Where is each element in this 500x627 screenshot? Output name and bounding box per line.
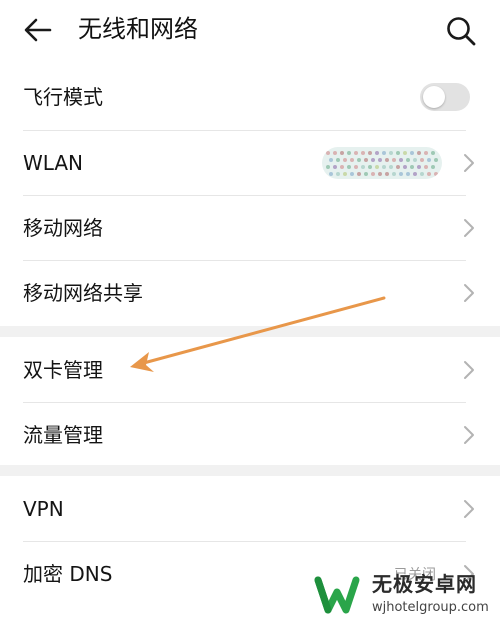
blur-dot xyxy=(403,151,407,155)
blur-dot xyxy=(385,172,389,176)
blur-dot xyxy=(357,172,361,176)
blur-dot xyxy=(364,172,368,176)
wlan-label: WLAN xyxy=(23,151,84,175)
blur-dot xyxy=(336,172,340,176)
blur-dot xyxy=(371,158,375,162)
airplane-mode-toggle[interactable] xyxy=(420,83,470,111)
watermark-name: 无极安卓网 xyxy=(372,572,477,596)
blur-dot xyxy=(417,165,421,169)
blur-dot xyxy=(410,165,414,169)
chevron-right-icon xyxy=(464,219,474,237)
chevron-right-icon xyxy=(464,500,474,518)
blur-dot xyxy=(413,158,417,162)
blur-dot xyxy=(406,172,410,176)
page-title: 无线和网络 xyxy=(78,15,198,43)
blur-dot xyxy=(375,151,379,155)
toggle-knob xyxy=(423,86,445,108)
settings-row-airplane-mode[interactable]: 飞行模式 xyxy=(0,64,500,130)
blur-dot xyxy=(382,151,386,155)
settings-row-dual-sim[interactable]: 双卡管理 xyxy=(0,337,500,403)
blur-dot xyxy=(396,151,400,155)
blur-dot xyxy=(427,158,431,162)
blur-dot xyxy=(413,172,417,176)
private-dns-label: 加密 DNS xyxy=(23,562,113,586)
settings-row-mobile-network[interactable]: 移动网络 xyxy=(0,195,500,261)
blur-dot xyxy=(392,172,396,176)
blur-dot xyxy=(378,172,382,176)
settings-row-wlan[interactable]: WLAN xyxy=(0,130,500,196)
chevron-right-icon xyxy=(464,361,474,379)
blur-dot xyxy=(385,158,389,162)
blur-dot xyxy=(364,158,368,162)
blur-dot xyxy=(326,151,330,155)
blur-dot xyxy=(350,158,354,162)
blur-dot xyxy=(420,172,424,176)
w-logo-icon xyxy=(314,576,360,614)
chevron-right-icon xyxy=(464,426,474,444)
blur-dot xyxy=(336,158,340,162)
blur-dot xyxy=(354,165,358,169)
search-icon[interactable] xyxy=(444,14,478,48)
blur-dot xyxy=(410,151,414,155)
blur-dot xyxy=(350,172,354,176)
vpn-label: VPN xyxy=(23,497,64,521)
section-gap xyxy=(0,465,500,476)
blur-dot xyxy=(347,151,351,155)
settings-row-vpn[interactable]: VPN xyxy=(0,476,500,542)
arrow-left-icon[interactable] xyxy=(22,14,54,46)
blur-dot xyxy=(431,165,435,169)
blur-dot xyxy=(329,172,333,176)
blur-dot xyxy=(434,158,438,162)
blur-dot xyxy=(371,172,375,176)
blur-dot xyxy=(399,158,403,162)
settings-row-tethering[interactable]: 移动网络共享 xyxy=(0,260,500,326)
mobile-network-label: 移动网络 xyxy=(23,216,103,240)
blur-dot xyxy=(382,165,386,169)
watermark-url: wjhotelgroup.com xyxy=(372,600,489,615)
blur-dot xyxy=(399,172,403,176)
blur-dot xyxy=(343,172,347,176)
blur-dot xyxy=(368,151,372,155)
blur-dot xyxy=(340,165,344,169)
blur-dot xyxy=(403,165,407,169)
app-bar: 无线和网络 xyxy=(0,0,500,62)
blur-dot xyxy=(368,165,372,169)
data-usage-label: 流量管理 xyxy=(23,423,103,447)
blur-dot xyxy=(396,165,400,169)
blur-dot xyxy=(389,151,393,155)
chevron-right-icon xyxy=(464,154,474,172)
blur-dot xyxy=(424,165,428,169)
airplane-mode-label: 飞行模式 xyxy=(23,85,103,109)
dual-sim-label: 双卡管理 xyxy=(23,358,103,382)
blur-dot xyxy=(427,172,431,176)
blur-dot xyxy=(434,172,438,176)
wlan-network-name-obscured xyxy=(322,147,442,179)
blur-dot xyxy=(354,151,358,155)
blur-dot xyxy=(333,151,337,155)
blur-dot xyxy=(347,165,351,169)
blur-dot xyxy=(424,151,428,155)
blur-dot xyxy=(431,151,435,155)
tethering-label: 移动网络共享 xyxy=(23,281,143,305)
blur-dot xyxy=(333,165,337,169)
blur-dot xyxy=(326,165,330,169)
blur-dot xyxy=(392,158,396,162)
blur-dot xyxy=(361,165,365,169)
section-gap xyxy=(0,326,500,337)
blur-dot xyxy=(343,158,347,162)
blur-dot xyxy=(417,151,421,155)
blur-dot xyxy=(329,158,333,162)
blur-dot xyxy=(361,151,365,155)
blur-dot xyxy=(420,158,424,162)
blur-dot xyxy=(375,165,379,169)
settings-row-data-usage[interactable]: 流量管理 xyxy=(0,402,500,468)
watermark: 无极安卓网 wjhotelgroup.com xyxy=(312,568,497,624)
blur-dot xyxy=(340,151,344,155)
blur-dot xyxy=(389,165,393,169)
blur-dot xyxy=(406,158,410,162)
chevron-right-icon xyxy=(464,284,474,302)
blur-dot xyxy=(357,158,361,162)
blur-dot xyxy=(378,158,382,162)
